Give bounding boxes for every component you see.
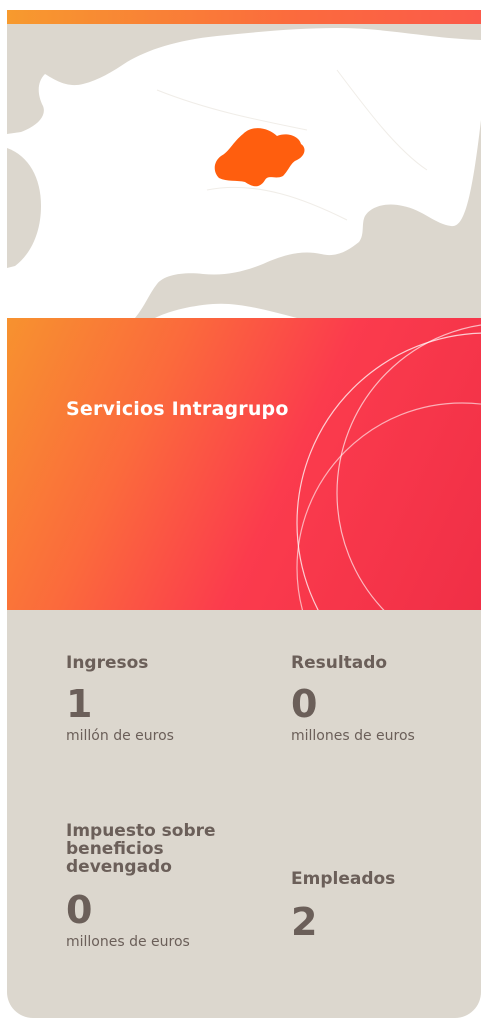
hero-banner: Servicios Intragrupo bbox=[7, 318, 481, 610]
stat-empleados: Empleados 2 bbox=[291, 870, 471, 946]
stat-impuesto: Impuesto sobre beneficios devengado 0 mi… bbox=[66, 822, 251, 950]
stat-label: Empleados bbox=[291, 869, 396, 889]
stat-value: 0 bbox=[291, 682, 318, 726]
stat-unit: millones de euros bbox=[66, 934, 190, 950]
map-illustration bbox=[7, 10, 481, 318]
stat-unit: millones de euros bbox=[291, 728, 415, 744]
stat-value: 1 bbox=[66, 682, 93, 726]
accent-bar bbox=[7, 10, 481, 24]
stat-value: 0 bbox=[66, 888, 93, 932]
stats-panel: Ingresos 1 millón de euros Resultado 0 m… bbox=[7, 610, 481, 1018]
region-map bbox=[7, 10, 481, 318]
stat-unit: millón de euros bbox=[66, 728, 174, 744]
stat-label: Ingresos bbox=[66, 653, 149, 673]
hero-title: Servicios Intragrupo bbox=[66, 398, 289, 420]
decorative-circles bbox=[296, 324, 481, 610]
stat-label: Resultado bbox=[291, 653, 388, 673]
stat-ingresos: Ingresos 1 millón de euros bbox=[66, 654, 266, 744]
stat-value: 2 bbox=[291, 900, 318, 944]
region-card: Servicios Intragrupo Ingresos 1 millón d… bbox=[7, 10, 481, 1018]
stat-resultado: Resultado 0 millones de euros bbox=[291, 654, 471, 744]
stat-label: Impuesto sobre beneficios devengado bbox=[66, 821, 216, 877]
